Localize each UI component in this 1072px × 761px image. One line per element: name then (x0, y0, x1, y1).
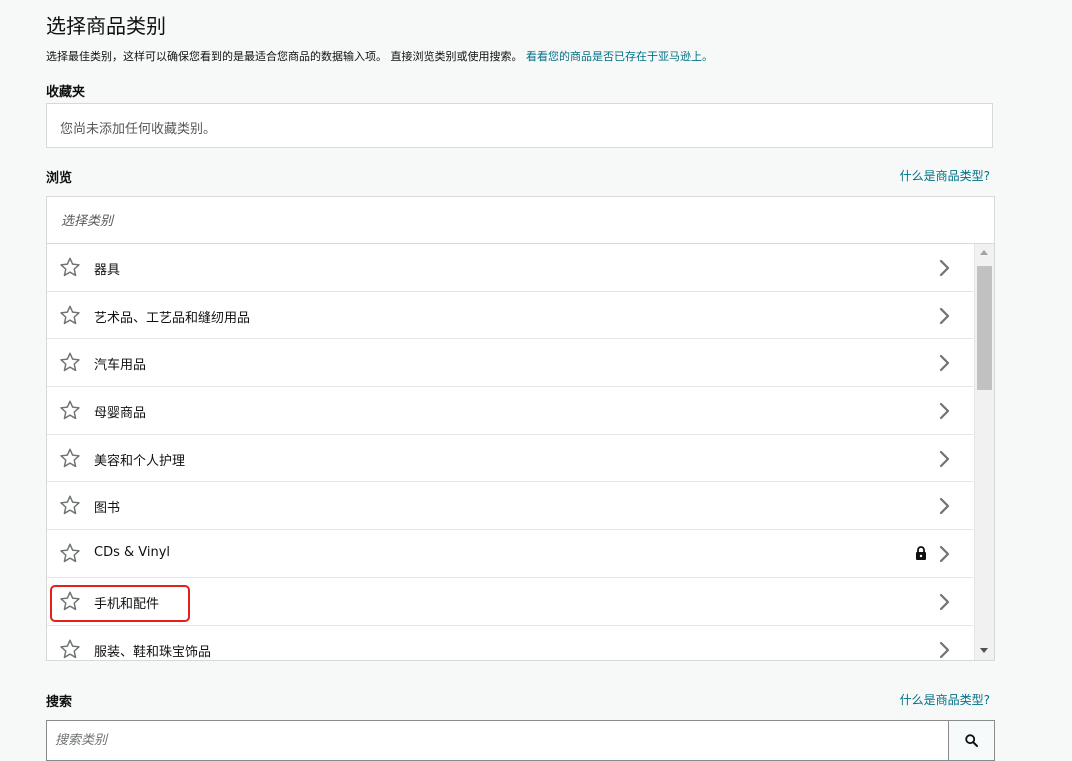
star-outline-icon[interactable] (59, 494, 81, 516)
scroll-down-arrow-icon[interactable] (980, 648, 988, 653)
description-text: 选择最佳类别，这样可以确保您看到的是最适合您商品的数据输入项。 直接浏览类别或使… (46, 50, 523, 63)
star-outline-icon[interactable] (59, 304, 81, 326)
star-outline-icon[interactable] (59, 399, 81, 421)
chevron-right-icon (939, 354, 951, 372)
favorites-box: 您尚未添加任何收藏类别。 (46, 103, 993, 148)
search-button[interactable] (948, 721, 994, 760)
star-outline-icon[interactable] (59, 351, 81, 373)
chevron-right-icon (939, 450, 951, 468)
category-label: 器具 (94, 263, 121, 278)
page-description: 选择最佳类别，这样可以确保您看到的是最适合您商品的数据输入项。 直接浏览类别或使… (46, 48, 713, 64)
search-input[interactable] (47, 721, 949, 760)
star-outline-icon[interactable] (59, 256, 81, 278)
search-icon (965, 734, 978, 747)
category-label: 母婴商品 (94, 406, 147, 422)
chevron-right-icon (939, 402, 951, 420)
category-row[interactable]: 美容和个人护理 (47, 435, 973, 483)
category-row[interactable]: 服装、鞋和珠宝饰品 (47, 626, 973, 661)
chevron-right-icon (939, 545, 951, 563)
category-label: 美容和个人护理 (94, 453, 186, 469)
category-row[interactable]: 母婴商品 (47, 387, 973, 435)
chevron-right-icon (939, 307, 951, 325)
category-label: 图书 (94, 501, 121, 517)
chevron-right-icon (939, 593, 951, 611)
category-label: 汽车用品 (94, 358, 147, 374)
browse-header-text: 选择类别 (61, 214, 114, 229)
star-outline-icon[interactable] (59, 638, 81, 660)
star-outline-icon[interactable] (59, 590, 81, 612)
chevron-right-icon (939, 259, 951, 277)
category-row[interactable]: 艺术品、工艺品和缝纫用品 (47, 292, 973, 340)
search-label: 搜索 (46, 695, 73, 710)
check-existing-link[interactable]: 看看您的商品是否已存在于亚马逊上。 (526, 50, 713, 63)
category-label: 手机和配件 (94, 596, 160, 612)
page-title: 选择商品类别 (46, 14, 166, 38)
lock-icon (915, 546, 927, 561)
category-row[interactable]: 汽车用品 (47, 339, 973, 388)
category-row[interactable]: CDs & Vinyl (47, 530, 973, 578)
browse-help-link[interactable]: 什么是商品类型? (900, 167, 990, 184)
search-help-link[interactable]: 什么是商品类型? (900, 691, 990, 708)
scrollbar[interactable] (974, 244, 994, 660)
chevron-right-icon (939, 497, 951, 515)
category-list: 器具艺术品、工艺品和缝纫用品 汽车用品母婴商品美容和个人护理 图书 CDs & Vin… (47, 244, 973, 661)
chevron-right-icon (939, 641, 951, 659)
favorites-label: 收藏夹 (46, 85, 86, 100)
category-row[interactable]: 手机和配件 (47, 578, 973, 626)
scroll-up-arrow-icon[interactable] (980, 250, 988, 255)
star-outline-icon[interactable] (59, 447, 81, 469)
star-outline-icon[interactable] (59, 542, 81, 564)
browse-label: 浏览 (46, 171, 73, 186)
scroll-thumb[interactable] (977, 266, 992, 390)
category-label: 服装、鞋和珠宝饰品 (94, 644, 212, 660)
browse-header: 选择类别 (47, 197, 994, 244)
search-bar (46, 720, 995, 761)
category-label: 艺术品、工艺品和缝纫用品 (94, 310, 251, 326)
favorites-empty-text: 您尚未添加任何收藏类别。 (60, 122, 217, 137)
browse-panel: 选择类别 器具艺术品、工艺品和缝纫用品 汽车用品母婴商品美容和个人护理 图书 CDs … (46, 196, 995, 661)
category-row[interactable]: 图书 (47, 482, 973, 531)
category-row[interactable]: 器具 (47, 244, 973, 292)
category-label: CDs & Vinyl (94, 545, 171, 561)
